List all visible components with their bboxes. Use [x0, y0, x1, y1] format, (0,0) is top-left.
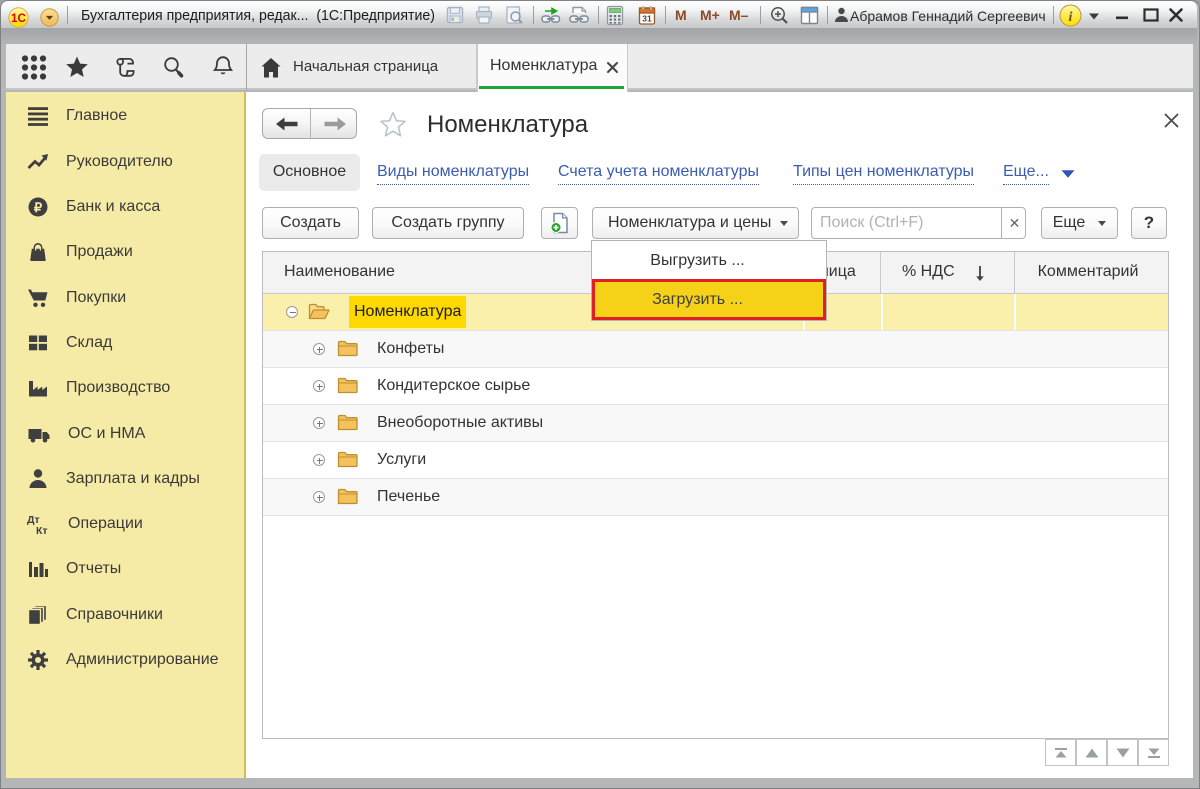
svg-text:₽: ₽ [34, 199, 43, 214]
svg-text:i: i [1069, 10, 1073, 25]
svg-text:1С: 1С [11, 12, 27, 25]
svg-text:31: 31 [642, 14, 652, 24]
svg-text:Кт: Кт [36, 525, 48, 535]
